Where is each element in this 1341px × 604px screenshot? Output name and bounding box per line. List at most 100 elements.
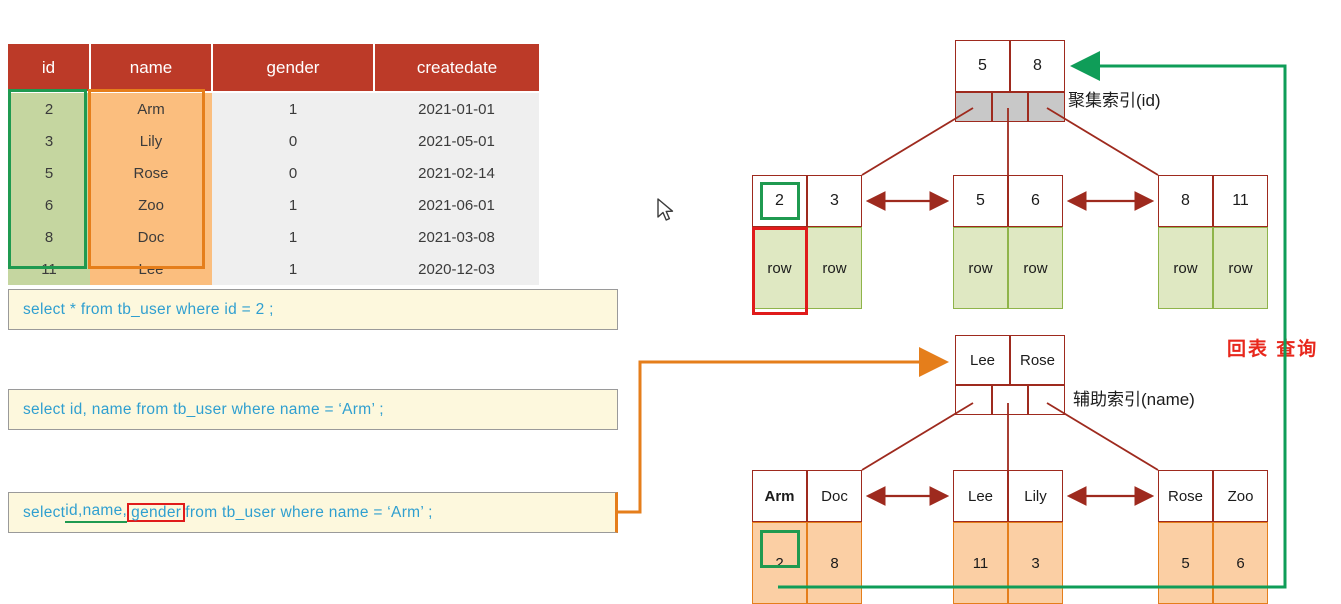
secondary-leaf-node-2[interactable]: Rose Zoo 5 6 (1158, 470, 1268, 604)
clustered-leaf-2-key-1: 11 (1213, 175, 1268, 227)
secondary-leaf-1-key-0: Lee (953, 470, 1008, 522)
table-header-row: id name gender createdate (8, 44, 539, 93)
clustered-leaf-0-key-0: 2 (752, 175, 807, 227)
sql-query-3-suffix: from tb_user where name = ‘Arm’ ; (185, 503, 433, 521)
secondary-leaf-0-id-1: 8 (807, 522, 862, 604)
clustered-root-pointer-1 (992, 92, 1028, 122)
cell-name: Zoo (90, 189, 212, 221)
clustered-leaf-2-keys: 8 11 (1158, 175, 1268, 227)
clustered-leaf-0-row-0: row (752, 227, 807, 309)
clustered-leaf-1-keys: 5 6 (953, 175, 1063, 227)
secondary-root-key-1: Rose (1010, 335, 1065, 385)
clustered-root-key-0: 5 (955, 40, 1010, 92)
clustered-leaf-2-key-0: 8 (1158, 175, 1213, 227)
column-header-gender: gender (212, 44, 375, 93)
table-lookup-label: 回表 查询 (1227, 339, 1319, 360)
sql-query-3-boxed-column: gender (127, 503, 186, 522)
secondary-root-node[interactable]: Lee Rose (955, 335, 1065, 415)
clustered-root-pointers (955, 92, 1065, 122)
clustered-leaf-node-2[interactable]: 8 11 row row (1158, 175, 1268, 309)
table-row: 2 Arm 1 2021-01-01 (8, 92, 539, 125)
clustered-leaf-2-row-1: row (1213, 227, 1268, 309)
cell-gender: 1 (212, 253, 374, 285)
cell-id: 11 (8, 253, 90, 285)
sql-query-3[interactable]: select id,name, gender from tb_user where… (8, 492, 618, 533)
cell-id: 3 (8, 125, 90, 157)
sql-query-3-prefix: select (23, 503, 66, 521)
cell-gender: 1 (212, 92, 374, 125)
cell-gender: 1 (212, 221, 374, 253)
clustered-leaf-1-row-0: row (953, 227, 1008, 309)
user-data-table: id name gender createdate 2 Arm 1 2021-0… (8, 44, 539, 285)
clustered-leaf-1-rows: row row (953, 227, 1063, 309)
sql-query-1[interactable]: select * from tb_user where id = 2 ; (8, 289, 618, 330)
sql-query-1-text: select * from tb_user where id = 2 ; (23, 300, 274, 318)
secondary-leaf-2-keys: Rose Zoo (1158, 470, 1268, 522)
clustered-leaf-2-rows: row row (1158, 227, 1268, 309)
table-row: 11 Lee 1 2020-12-03 (8, 253, 539, 285)
clustered-leaf-0-key-1: 3 (807, 175, 862, 227)
mouse-cursor-icon (657, 198, 675, 229)
cell-createdate: 2021-05-01 (374, 125, 539, 157)
clustered-leaf-0-row-1: row (807, 227, 862, 309)
clustered-root-node[interactable]: 5 8 (955, 40, 1065, 122)
secondary-leaf-1-key-1: Lily (1008, 470, 1063, 522)
cell-createdate: 2021-03-08 (374, 221, 539, 253)
secondary-root-pointer-1 (992, 385, 1028, 415)
secondary-leaf-0-key-1: Doc (807, 470, 862, 522)
clustered-leaf-2-row-0: row (1158, 227, 1213, 309)
table-row: 8 Doc 1 2021-03-08 (8, 221, 539, 253)
secondary-leaf-2-id-1: 6 (1213, 522, 1268, 604)
clustered-leaf-1-key-1: 6 (1008, 175, 1063, 227)
secondary-leaf-node-1[interactable]: Lee Lily 11 3 (953, 470, 1063, 604)
cell-name: Doc (90, 221, 212, 253)
secondary-leaf-0-id-0: 2 (752, 522, 807, 604)
cell-name: Lee (90, 253, 212, 285)
cell-createdate: 2021-06-01 (374, 189, 539, 221)
secondary-leaf-0-ids: 2 8 (752, 522, 862, 604)
secondary-root-pointer-2 (1028, 385, 1065, 415)
cell-gender: 1 (212, 189, 374, 221)
secondary-index-label: 辅助索引(name) (1073, 390, 1195, 409)
secondary-leaf-1-ids: 11 3 (953, 522, 1063, 604)
cell-id: 2 (8, 92, 90, 125)
secondary-leaf-1-id-0: 11 (953, 522, 1008, 604)
clustered-root-pointer-2 (1028, 92, 1065, 122)
clustered-leaf-node-1[interactable]: 5 6 row row (953, 175, 1063, 309)
clustered-leaf-node-0[interactable]: 2 3 row row (752, 175, 862, 309)
column-header-name: name (90, 44, 213, 93)
cell-gender: 0 (212, 125, 374, 157)
sql-query-2[interactable]: select id, name from tb_user where name … (8, 389, 618, 430)
clustered-leaf-0-rows: row row (752, 227, 862, 309)
column-header-createdate: createdate (374, 44, 539, 93)
cell-id: 6 (8, 189, 90, 221)
secondary-leaf-2-key-1: Zoo (1213, 470, 1268, 522)
secondary-leaf-0-keys: Arm Doc (752, 470, 862, 522)
cell-id: 8 (8, 221, 90, 253)
secondary-leaf-node-0[interactable]: Arm Doc 2 8 (752, 470, 862, 604)
clustered-root-keys: 5 8 (955, 40, 1065, 92)
secondary-leaf-2-id-0: 5 (1158, 522, 1213, 604)
clustered-leaf-1-key-0: 5 (953, 175, 1008, 227)
secondary-leaf-2-key-0: Rose (1158, 470, 1213, 522)
cell-createdate: 2021-02-14 (374, 157, 539, 189)
secondary-root-keys: Lee Rose (955, 335, 1065, 385)
clustered-leaf-1-row-1: row (1008, 227, 1063, 309)
clustered-root-pointer-0 (955, 92, 992, 122)
table-row: 6 Zoo 1 2021-06-01 (8, 189, 539, 221)
sql-query-2-text: select id, name from tb_user where name … (23, 400, 384, 418)
cell-createdate: 2020-12-03 (374, 253, 539, 285)
cell-id: 5 (8, 157, 90, 189)
table-row: 5 Rose 0 2021-02-14 (8, 157, 539, 189)
cell-gender: 0 (212, 157, 374, 189)
clustered-leaf-0-keys: 2 3 (752, 175, 862, 227)
secondary-root-key-0: Lee (955, 335, 1010, 385)
column-header-id: id (8, 44, 91, 93)
clustered-index-label: 聚集索引(id) (1068, 91, 1161, 110)
sql-query-3-underlined-columns: id,name, (65, 502, 128, 523)
cell-name: Arm (90, 92, 212, 125)
clustered-root-key-1: 8 (1010, 40, 1065, 92)
secondary-leaf-0-key-0: Arm (752, 470, 807, 522)
table-row: 3 Lily 0 2021-05-01 (8, 125, 539, 157)
secondary-leaf-2-ids: 5 6 (1158, 522, 1268, 604)
